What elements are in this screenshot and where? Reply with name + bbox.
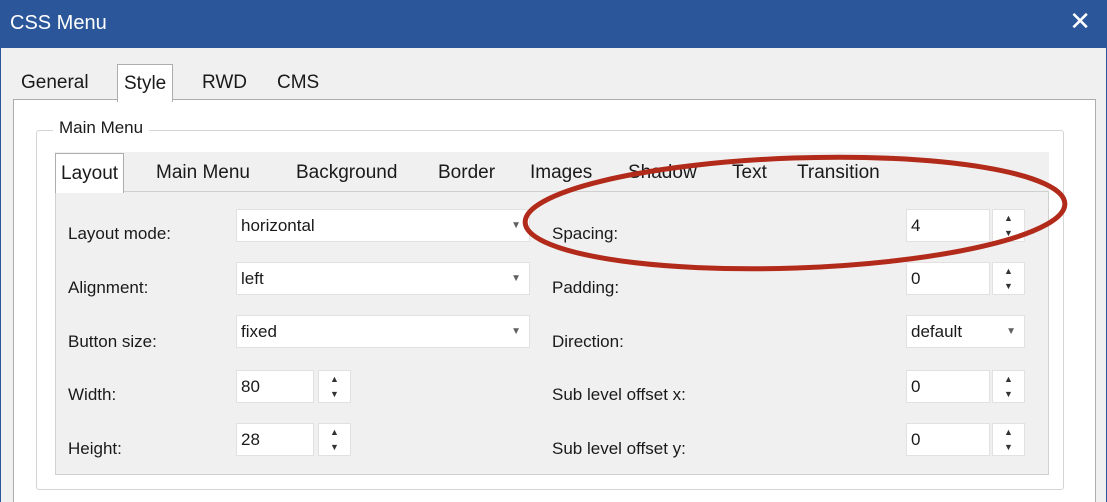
alignment-select[interactable]: left ▼ (236, 262, 530, 295)
chevron-down-icon: ▼ (1006, 326, 1016, 337)
tab-text[interactable]: Text (727, 156, 772, 190)
window-title: CSS Menu (10, 12, 107, 34)
sub-offset-y-spinner[interactable]: ▲ ▼ (992, 423, 1025, 456)
close-icon[interactable]: ✕ (1069, 6, 1091, 36)
direction-value: default (911, 322, 963, 341)
tab-main-menu[interactable]: Main Menu (151, 156, 255, 190)
chevron-down-icon: ▼ (511, 326, 521, 337)
chevron-down-icon: ▼ (511, 220, 521, 231)
layout-mode-value: horizontal (241, 216, 315, 235)
spin-up-icon[interactable]: ▲ (993, 372, 1024, 387)
chevron-down-icon: ▼ (511, 273, 521, 284)
sub-offset-x-spinner[interactable]: ▲ ▼ (992, 370, 1025, 403)
spin-down-icon[interactable]: ▼ (319, 387, 350, 402)
inner-tab-strip: Layout Main Menu Background Border Image… (55, 152, 1049, 193)
spacing-label: Spacing: (552, 224, 619, 243)
spin-up-icon[interactable]: ▲ (993, 211, 1024, 226)
layout-mode-label: Layout mode: (68, 224, 172, 243)
layout-tab-panel: Layout mode: horizontal ▼ Alignment: lef… (55, 191, 1049, 475)
button-size-select[interactable]: fixed ▼ (236, 315, 530, 348)
height-label: Height: (68, 439, 122, 458)
width-input[interactable]: 80 (236, 370, 314, 403)
dialog-body: General Style RWD CMS Main Menu Layout M… (0, 48, 1107, 502)
tab-cms[interactable]: CMS (271, 66, 325, 100)
tab-layout[interactable]: Layout (55, 153, 125, 193)
layout-mode-select[interactable]: horizontal ▼ (236, 209, 530, 242)
spin-down-icon[interactable]: ▼ (993, 387, 1024, 402)
padding-label: Padding: (552, 278, 620, 297)
spin-down-icon[interactable]: ▼ (319, 440, 350, 455)
spin-down-icon[interactable]: ▼ (993, 440, 1024, 455)
width-label: Width: (68, 385, 117, 404)
button-size-value: fixed (241, 322, 277, 341)
spin-up-icon[interactable]: ▲ (319, 372, 350, 387)
groupbox-label: Main Menu (53, 118, 150, 138)
tab-border[interactable]: Border (433, 156, 500, 190)
spin-down-icon[interactable]: ▼ (993, 279, 1024, 294)
spacing-spinner[interactable]: ▲ ▼ (992, 209, 1025, 242)
padding-spinner[interactable]: ▲ ▼ (992, 262, 1025, 295)
spacing-input[interactable]: 4 (906, 209, 990, 242)
spin-up-icon[interactable]: ▲ (993, 264, 1024, 279)
alignment-value: left (241, 269, 264, 288)
style-tab-panel: Main Menu Layout Main Menu Background Bo… (13, 99, 1096, 502)
height-spinner[interactable]: ▲ ▼ (318, 423, 351, 456)
tab-images[interactable]: Images (525, 156, 597, 190)
tab-background[interactable]: Background (291, 156, 402, 190)
sub-offset-x-label: Sub level offset x: (552, 385, 686, 404)
tab-style[interactable]: Style (117, 64, 174, 102)
spin-up-icon[interactable]: ▲ (319, 425, 350, 440)
spin-down-icon[interactable]: ▼ (993, 226, 1024, 241)
main-menu-groupbox: Main Menu Layout Main Menu Background Bo… (36, 118, 1064, 490)
title-bar: CSS Menu ✕ (0, 0, 1107, 48)
sub-offset-x-input[interactable]: 0 (906, 370, 990, 403)
width-spinner[interactable]: ▲ ▼ (318, 370, 351, 403)
sub-offset-y-label: Sub level offset y: (552, 439, 686, 458)
direction-select[interactable]: default ▼ (906, 315, 1025, 348)
height-input[interactable]: 28 (236, 423, 314, 456)
tab-shadow[interactable]: Shadow (623, 156, 702, 190)
button-size-label: Button size: (68, 332, 157, 351)
tab-rwd[interactable]: RWD (196, 66, 253, 100)
spin-up-icon[interactable]: ▲ (993, 425, 1024, 440)
padding-input[interactable]: 0 (906, 262, 990, 295)
sub-offset-y-input[interactable]: 0 (906, 423, 990, 456)
tab-transition[interactable]: Transition (792, 156, 885, 190)
alignment-label: Alignment: (68, 278, 149, 297)
direction-label: Direction: (552, 332, 624, 351)
tab-general[interactable]: General (15, 66, 95, 100)
